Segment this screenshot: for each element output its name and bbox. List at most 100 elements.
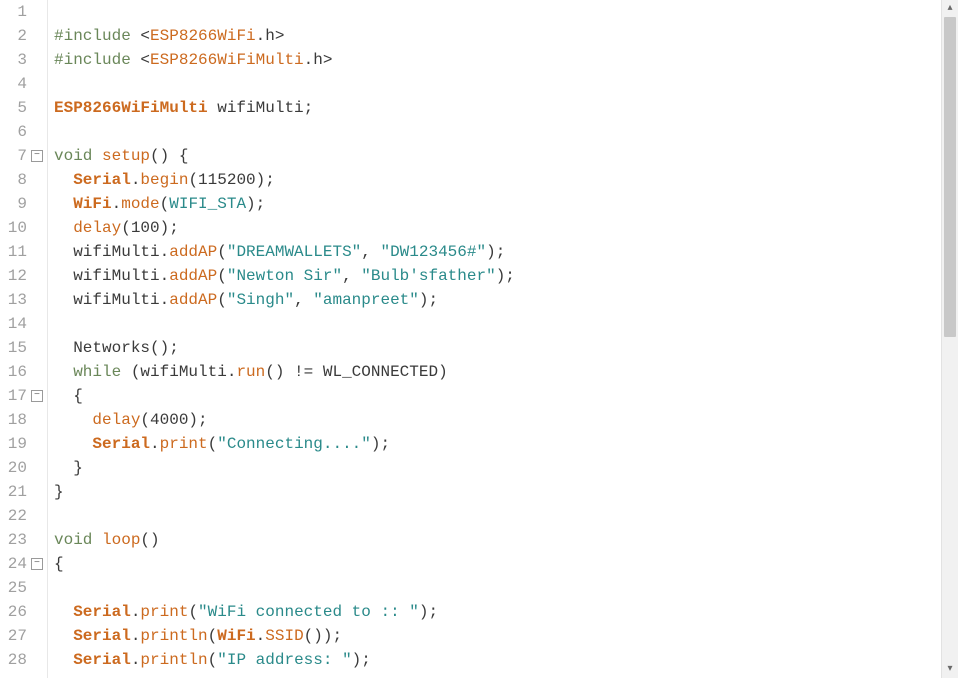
code-line[interactable]: Serial.begin(115200); [54, 168, 941, 192]
code-line[interactable]: void setup() { [54, 144, 941, 168]
code-token: void [54, 147, 92, 165]
code-token: () { [150, 147, 188, 165]
line-number: 7 [5, 144, 27, 168]
line-number-gutter: 1234567−891011121314151617−1819202122232… [0, 0, 48, 678]
code-token: (wifiMulti. [121, 363, 236, 381]
fold-toggle-icon[interactable]: − [31, 390, 43, 402]
code-line[interactable]: Serial.print("Connecting...."); [54, 432, 941, 456]
code-token: println [140, 651, 207, 669]
gutter-row: 26 [0, 600, 43, 624]
code-token: ( [217, 291, 227, 309]
code-line[interactable]: } [54, 456, 941, 480]
code-line[interactable]: delay(100); [54, 216, 941, 240]
gutter-row: 22 [0, 504, 43, 528]
code-token [54, 651, 73, 669]
scroll-up-button[interactable]: ▴ [942, 0, 958, 17]
code-token: "amanpreet" [313, 291, 419, 309]
line-number: 21 [5, 480, 27, 504]
gutter-row: 19 [0, 432, 43, 456]
code-token: delay [73, 219, 121, 237]
code-line[interactable]: while (wifiMulti.run() != WL_CONNECTED) [54, 360, 941, 384]
gutter-row: 6 [0, 120, 43, 144]
code-token: . [131, 627, 141, 645]
line-number: 4 [5, 72, 27, 96]
line-number: 20 [5, 456, 27, 480]
code-token: ); [246, 195, 265, 213]
code-line[interactable]: } [54, 480, 941, 504]
code-token: begin [140, 171, 188, 189]
code-token: print [160, 435, 208, 453]
fold-toggle-icon[interactable]: − [31, 150, 43, 162]
code-token [92, 147, 102, 165]
code-line[interactable] [54, 312, 941, 336]
line-number: 18 [5, 408, 27, 432]
code-token: "Connecting...." [217, 435, 371, 453]
code-token: .h> [256, 27, 285, 45]
code-line[interactable]: Serial.println("IP address: "); [54, 648, 941, 672]
code-token: print [140, 603, 188, 621]
code-line[interactable]: WiFi.mode(WIFI_STA); [54, 192, 941, 216]
line-number: 28 [5, 648, 27, 672]
code-line[interactable] [54, 120, 941, 144]
code-token: while [73, 363, 121, 381]
code-token: addAP [169, 243, 217, 261]
code-token: (4000); [140, 411, 207, 429]
code-line[interactable]: { [54, 552, 941, 576]
code-line[interactable]: ESP8266WiFiMulti wifiMulti; [54, 96, 941, 120]
code-token: ( [208, 651, 218, 669]
code-line[interactable]: #include <ESP8266WiFiMulti.h> [54, 48, 941, 72]
gutter-row: 10 [0, 216, 43, 240]
gutter-row: 17− [0, 384, 43, 408]
code-token: wifiMulti. [54, 267, 169, 285]
code-token: mode [121, 195, 159, 213]
line-number: 24 [5, 552, 27, 576]
code-line[interactable]: void loop() [54, 528, 941, 552]
gutter-row: 27 [0, 624, 43, 648]
scroll-down-button[interactable]: ▾ [942, 661, 958, 678]
fold-toggle-icon[interactable]: − [31, 558, 43, 570]
line-number: 9 [5, 192, 27, 216]
vertical-scrollbar[interactable]: ▴ ▾ [941, 0, 958, 678]
code-line[interactable]: wifiMulti.addAP("Newton Sir", "Bulb'sfat… [54, 264, 941, 288]
code-line[interactable] [54, 72, 941, 96]
code-line[interactable] [54, 0, 941, 24]
gutter-row: 9 [0, 192, 43, 216]
code-token: ); [371, 435, 390, 453]
code-line[interactable]: Serial.println(WiFi.SSID()); [54, 624, 941, 648]
code-token: { [54, 555, 64, 573]
line-number: 5 [5, 96, 27, 120]
line-number: 1 [5, 0, 27, 24]
code-token: void [54, 531, 92, 549]
line-number: 26 [5, 600, 27, 624]
code-token: ); [486, 243, 505, 261]
scrollbar-thumb[interactable] [944, 17, 956, 337]
code-token: .h> [304, 51, 333, 69]
code-line[interactable]: #include <ESP8266WiFi.h> [54, 24, 941, 48]
code-line[interactable]: { [54, 384, 941, 408]
code-line[interactable]: delay(4000); [54, 408, 941, 432]
code-line[interactable]: wifiMulti.addAP("Singh", "amanpreet"); [54, 288, 941, 312]
code-line[interactable]: wifiMulti.addAP("DREAMWALLETS", "DW12345… [54, 240, 941, 264]
code-token: WiFi [217, 627, 255, 645]
gutter-row: 1 [0, 0, 43, 24]
code-token: delay [92, 411, 140, 429]
code-token: "DW123456#" [380, 243, 486, 261]
gutter-row: 2 [0, 24, 43, 48]
code-token: "WiFi connected to :: " [198, 603, 419, 621]
code-token: , [294, 291, 313, 309]
gutter-row: 5 [0, 96, 43, 120]
gutter-row: 12 [0, 264, 43, 288]
code-area[interactable]: #include <ESP8266WiFi.h>#include <ESP826… [48, 0, 941, 678]
line-number: 15 [5, 336, 27, 360]
code-line[interactable] [54, 504, 941, 528]
gutter-row: 20 [0, 456, 43, 480]
code-token: . [131, 603, 141, 621]
code-token: println [140, 627, 207, 645]
code-line[interactable] [54, 576, 941, 600]
code-token: "IP address: " [217, 651, 351, 669]
chevron-down-icon: ▾ [947, 658, 952, 678]
gutter-row: 13 [0, 288, 43, 312]
code-token: ); [352, 651, 371, 669]
code-line[interactable]: Serial.print("WiFi connected to :: "); [54, 600, 941, 624]
code-line[interactable]: Networks(); [54, 336, 941, 360]
